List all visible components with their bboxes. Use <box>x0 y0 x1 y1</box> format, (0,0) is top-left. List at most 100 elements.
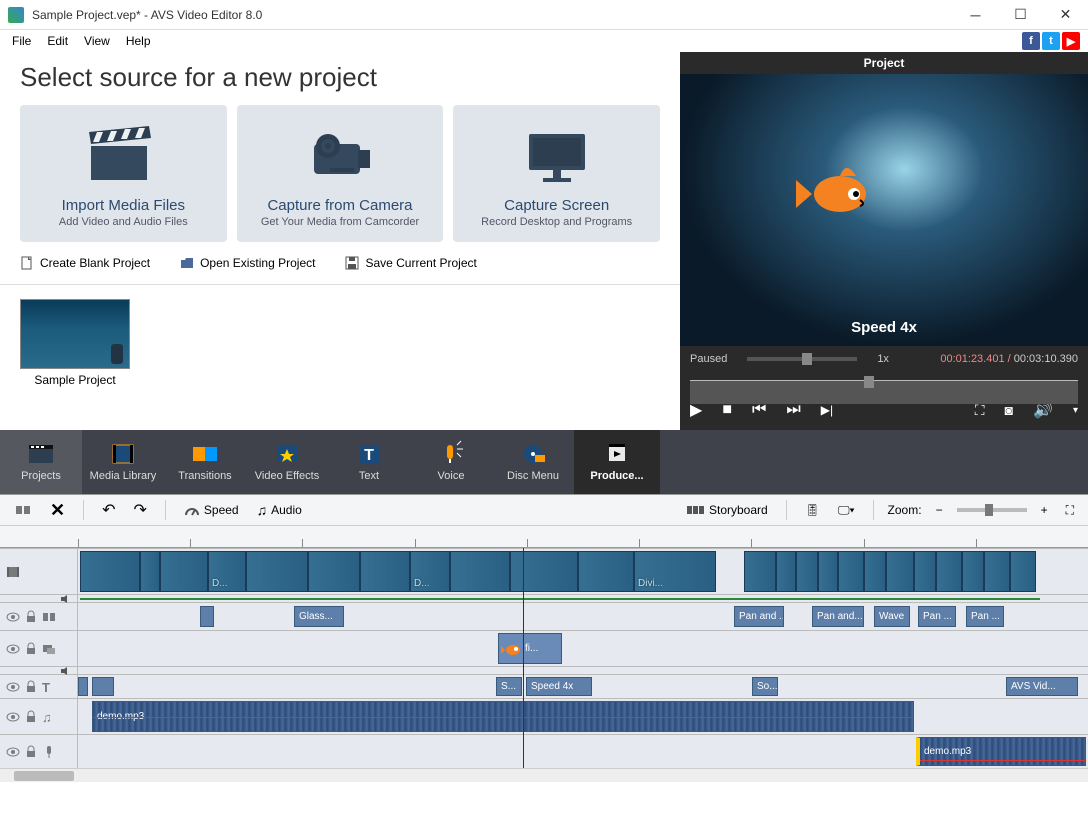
timeline-clip[interactable]: Pan and ... <box>734 606 784 627</box>
timeline-clip[interactable]: Pan and... <box>812 606 864 627</box>
timeline-clip[interactable] <box>78 677 88 696</box>
eye-icon[interactable] <box>6 710 20 724</box>
menu-help[interactable]: Help <box>118 32 159 50</box>
lock-icon[interactable] <box>24 610 38 624</box>
split-button[interactable] <box>10 500 36 520</box>
timeline-clip[interactable]: Wave <box>874 606 910 627</box>
create-blank-project[interactable]: Create Blank Project <box>20 256 150 270</box>
eye-icon[interactable] <box>6 642 20 656</box>
timeline-clip[interactable] <box>160 551 208 592</box>
timeline-clip[interactable] <box>246 551 308 592</box>
timeline-clip[interactable] <box>1010 551 1036 592</box>
timeline-clip[interactable]: demo.mp3 <box>92 701 914 732</box>
playhead[interactable] <box>523 548 524 768</box>
timeline-clip[interactable] <box>578 551 634 592</box>
lock-icon[interactable] <box>24 745 38 759</box>
tab-text[interactable]: T Text <box>328 430 410 494</box>
fullscreen-button[interactable]: ⛶ <box>975 402 985 419</box>
eye-icon[interactable] <box>6 745 20 759</box>
open-existing-project[interactable]: Open Existing Project <box>180 256 315 270</box>
timeline-clip[interactable] <box>864 551 886 592</box>
timeline-clip[interactable] <box>818 551 838 592</box>
menu-edit[interactable]: Edit <box>39 32 76 50</box>
timeline-clip[interactable]: S... <box>496 677 522 696</box>
timeline-clip[interactable]: Pan ... <box>918 606 956 627</box>
tab-projects[interactable]: Projects <box>0 430 82 494</box>
speed-button[interactable]: Speed <box>180 501 243 519</box>
timeline-clip[interactable] <box>308 551 360 592</box>
zoom-fit-button[interactable]: ⛶ <box>1062 501 1078 520</box>
timeline-clip[interactable] <box>962 551 984 592</box>
lock-icon[interactable] <box>24 642 38 656</box>
timeline-clip[interactable]: So... <box>752 677 778 696</box>
project-item[interactable]: Sample Project <box>20 299 130 387</box>
card-import-files[interactable]: Import Media Files Add Video and Audio F… <box>20 105 227 242</box>
timeline-clip[interactable] <box>914 551 936 592</box>
timeline-clip[interactable] <box>140 551 160 592</box>
eye-icon[interactable] <box>6 610 20 624</box>
tab-transitions[interactable]: Transitions <box>164 430 246 494</box>
redo-button[interactable]: ↷ <box>130 498 151 522</box>
timeline-h-scrollbar[interactable] <box>0 768 1088 782</box>
zoom-out-button[interactable]: − <box>932 501 947 519</box>
timeline-clip[interactable] <box>936 551 962 592</box>
storyboard-toggle[interactable]: Storyboard <box>683 501 772 519</box>
timeline-clip[interactable] <box>984 551 1010 592</box>
timeline-clip[interactable] <box>360 551 410 592</box>
source-heading: Select source for a new project <box>20 62 660 93</box>
project-label: Sample Project <box>34 373 115 387</box>
card-capture-screen[interactable]: Capture Screen Record Desktop and Progra… <box>453 105 660 242</box>
minimize-button[interactable]: ─ <box>953 0 998 30</box>
youtube-icon[interactable]: ▶ <box>1062 32 1080 50</box>
timeline-clip[interactable] <box>92 677 114 696</box>
timeline-clip[interactable] <box>838 551 864 592</box>
twitter-icon[interactable]: t <box>1042 32 1060 50</box>
lock-icon[interactable] <box>24 710 38 724</box>
timeline-clip[interactable]: AVS Vid... <box>1006 677 1078 696</box>
eye-icon[interactable] <box>6 680 20 694</box>
timeline-clip[interactable] <box>776 551 796 592</box>
volume-dropdown[interactable]: ▾ <box>1073 405 1078 416</box>
timeline-clip[interactable]: Speed 4x <box>526 677 592 696</box>
timeline-clip[interactable]: Pan ... <box>966 606 1004 627</box>
timeline-clip[interactable] <box>80 551 140 592</box>
timeline-clip[interactable]: demo.mp3 <box>916 737 1086 766</box>
preview-video[interactable]: Speed 4x <box>680 74 1088 346</box>
menu-file[interactable]: File <box>4 32 39 50</box>
maximize-button[interactable]: ☐ <box>998 0 1043 30</box>
timeline-clip[interactable] <box>510 551 578 592</box>
audio-button[interactable]: ♫Audio <box>253 500 306 520</box>
timeline-ruler[interactable]: 00:00:20.700:00:41.500:01:02.200:01:23.0… <box>0 526 1088 548</box>
tab-media-library[interactable]: Media Library <box>82 430 164 494</box>
zoom-slider[interactable] <box>957 508 1027 512</box>
snapshot-button[interactable]: ◙ <box>1005 402 1013 418</box>
timeline-clip[interactable] <box>744 551 776 592</box>
next-button[interactable]: ▶| <box>821 403 833 417</box>
timeline-clip[interactable]: Glass... <box>294 606 344 627</box>
preview-scrubber[interactable] <box>680 372 1088 390</box>
timeline-clip[interactable] <box>886 551 914 592</box>
facebook-icon[interactable]: f <box>1022 32 1040 50</box>
tab-disc-menu[interactable]: Disc Menu <box>492 430 574 494</box>
timeline-clip[interactable]: Divi... <box>634 551 716 592</box>
lock-icon[interactable] <box>24 680 38 694</box>
timeline-clip[interactable]: D... <box>410 551 450 592</box>
timeline-clip[interactable] <box>796 551 818 592</box>
timeline-clip[interactable] <box>200 606 214 627</box>
undo-button[interactable]: ↶ <box>98 498 119 522</box>
delete-button[interactable]: ✕ <box>46 498 69 523</box>
timeline-clip[interactable]: D... <box>208 551 246 592</box>
aspect-button[interactable]: 🖵▾ <box>834 501 859 520</box>
speed-slider[interactable] <box>747 357 857 361</box>
zoom-in-button[interactable]: + <box>1037 501 1052 519</box>
close-button[interactable]: ✕ <box>1043 0 1088 30</box>
volume-mixer-button[interactable]: 🎚 <box>801 501 824 519</box>
tab-produce[interactable]: Produce... <box>574 430 660 494</box>
tab-video-effects[interactable]: Video Effects <box>246 430 328 494</box>
timeline-clip[interactable]: fi... <box>498 633 562 664</box>
tab-voice[interactable]: Voice <box>410 430 492 494</box>
menu-view[interactable]: View <box>76 32 118 50</box>
save-current-project[interactable]: Save Current Project <box>345 256 476 270</box>
card-capture-camera[interactable]: Capture from Camera Get Your Media from … <box>237 105 444 242</box>
timeline-clip[interactable] <box>450 551 510 592</box>
